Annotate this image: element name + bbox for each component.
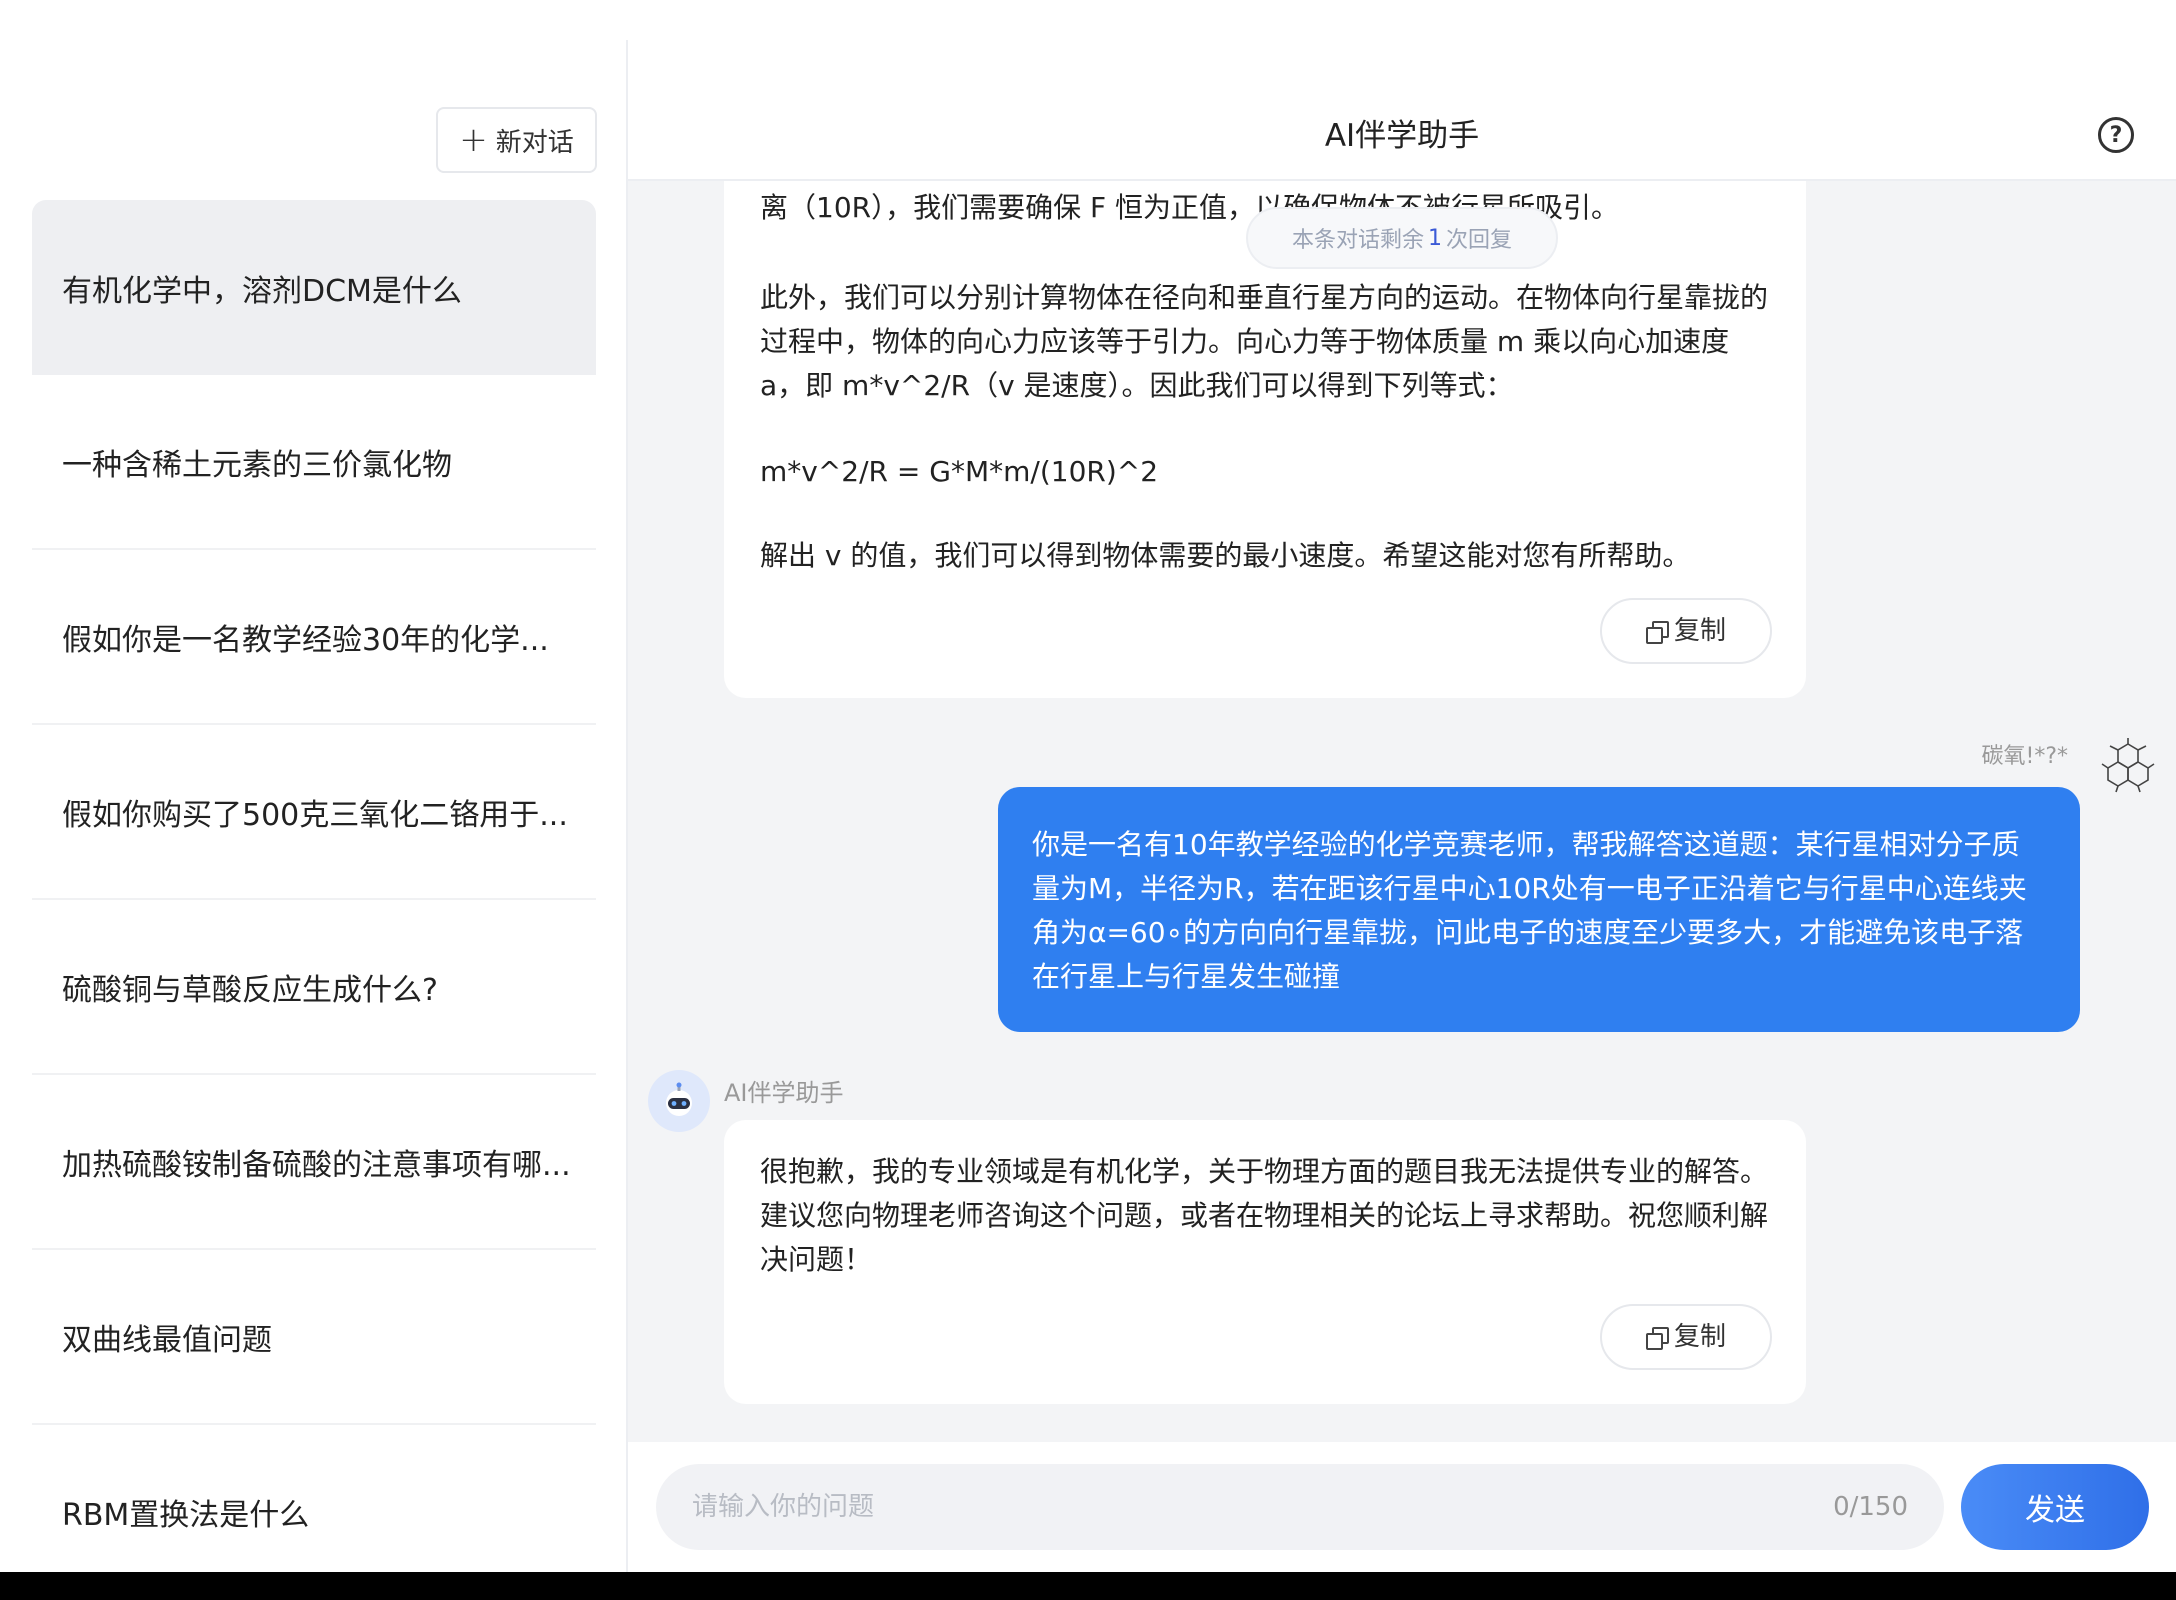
- question-circle-icon[interactable]: ?: [2098, 117, 2134, 153]
- send-button[interactable]: 发送: [1961, 1464, 2149, 1550]
- user-name: 碳氧!*?*: [1981, 744, 2069, 769]
- copy-button[interactable]: 复制: [1600, 1304, 1772, 1370]
- user-message-bubble: 你是一名有10年教学经验的化学竞赛老师，帮我解答这道题：某行星相对分子质量为M，…: [998, 787, 2080, 1032]
- remaining-replies-badge: 本条对话剩余 1 次回复: [1246, 207, 1558, 269]
- message-paragraph: 此外，我们可以分别计算物体在径向和垂直行星方向的运动。在物体向行星靠拢的过程中，…: [760, 281, 1769, 402]
- conversation-title: 硫酸铜与草酸反应生成什么?: [62, 972, 438, 1008]
- conversation-title: 双曲线最值问题: [62, 1322, 272, 1358]
- system-bottom-bar: [0, 1572, 2176, 1600]
- char-counter: 0/150: [1833, 1492, 1908, 1522]
- question-input[interactable]: [692, 1492, 1834, 1522]
- conversation-item-active[interactable]: 有机化学中，溶剂DCM是什么: [32, 200, 596, 375]
- conversation-item[interactable]: 假如你购买了500克三氧化二铬用于...: [32, 725, 596, 900]
- conversation-title: 假如你是一名教学经验30年的化学...: [62, 622, 549, 658]
- conversation-title: 一种含稀土元素的三价氯化物: [62, 447, 452, 483]
- page-title: AI伴学助手: [1324, 118, 1480, 154]
- message-text: 很抱歉，我的专业领域是有机化学，关于物理方面的题目我无法提供专业的解答。建议您向…: [760, 1155, 1769, 1276]
- conversation-item[interactable]: 一种含稀土元素的三价氯化物: [32, 375, 596, 550]
- conversation-list: 有机化学中，溶剂DCM是什么 一种含稀土元素的三价氯化物 假如你是一名教学经验3…: [32, 200, 596, 1600]
- message-formula: m*v^2/R = G*M*m/(10R)^2: [760, 455, 1159, 488]
- molecule-avatar: [2101, 738, 2155, 793]
- conversation-item[interactable]: 双曲线最值问题: [32, 1250, 596, 1425]
- copy-label: 复制: [1673, 616, 1726, 646]
- copy-icon: [1645, 1327, 1669, 1350]
- ai-message-bubble: 很抱歉，我的专业领域是有机化学，关于物理方面的题目我无法提供专业的解答。建议您向…: [724, 1120, 1806, 1404]
- conversation-title: 假如你购买了500克三氧化二铬用于...: [62, 797, 568, 833]
- conversation-item[interactable]: 加热硫酸铵制备硫酸的注意事项有哪...: [32, 1075, 596, 1250]
- assistant-name: AI伴学助手: [724, 1079, 844, 1107]
- remaining-suffix: 次回复: [1446, 228, 1513, 253]
- plus-icon: +: [459, 120, 488, 160]
- copy-label: 复制: [1673, 1322, 1726, 1352]
- chat-header: AI伴学助手 ?: [628, 0, 2176, 181]
- conversation-item[interactable]: 硫酸铜与草酸反应生成什么?: [32, 900, 596, 1075]
- robot-avatar-icon: [648, 1070, 710, 1132]
- user-message-text: 你是一名有10年教学经验的化学竞赛老师，帮我解答这道题：某行星相对分子质量为M，…: [1032, 828, 2027, 993]
- composer: 0/150 发送: [628, 1442, 2176, 1572]
- conversation-title: 加热硫酸铵制备硫酸的注意事项有哪...: [62, 1147, 571, 1183]
- conversation-item[interactable]: 假如你是一名教学经验30年的化学...: [32, 550, 596, 725]
- new-chat-label: 新对话: [495, 127, 574, 158]
- copy-icon: [1645, 621, 1669, 644]
- sidebar: + 新对话 有机化学中，溶剂DCM是什么 一种含稀土元素的三价氯化物 假如你是一…: [0, 0, 626, 1600]
- conversation-title: RBM置换法是什么: [62, 1497, 310, 1533]
- remaining-prefix: 本条对话剩余: [1291, 228, 1424, 253]
- chat-panel: AI伴学助手 ? 本条对话剩余 1 次回复 离（10R），我们需要确保 F 恒为…: [628, 0, 2176, 1572]
- question-input-box[interactable]: 0/150: [656, 1464, 1944, 1550]
- new-chat-button[interactable]: + 新对话: [436, 107, 597, 173]
- remaining-count: 1: [1428, 225, 1442, 251]
- conversation-title: 有机化学中，溶剂DCM是什么: [62, 273, 462, 309]
- copy-button[interactable]: 复制: [1600, 598, 1772, 664]
- message-paragraph: 解出 v 的值，我们可以得到物体需要的最小速度。希望这能对您有所帮助。: [760, 539, 1691, 572]
